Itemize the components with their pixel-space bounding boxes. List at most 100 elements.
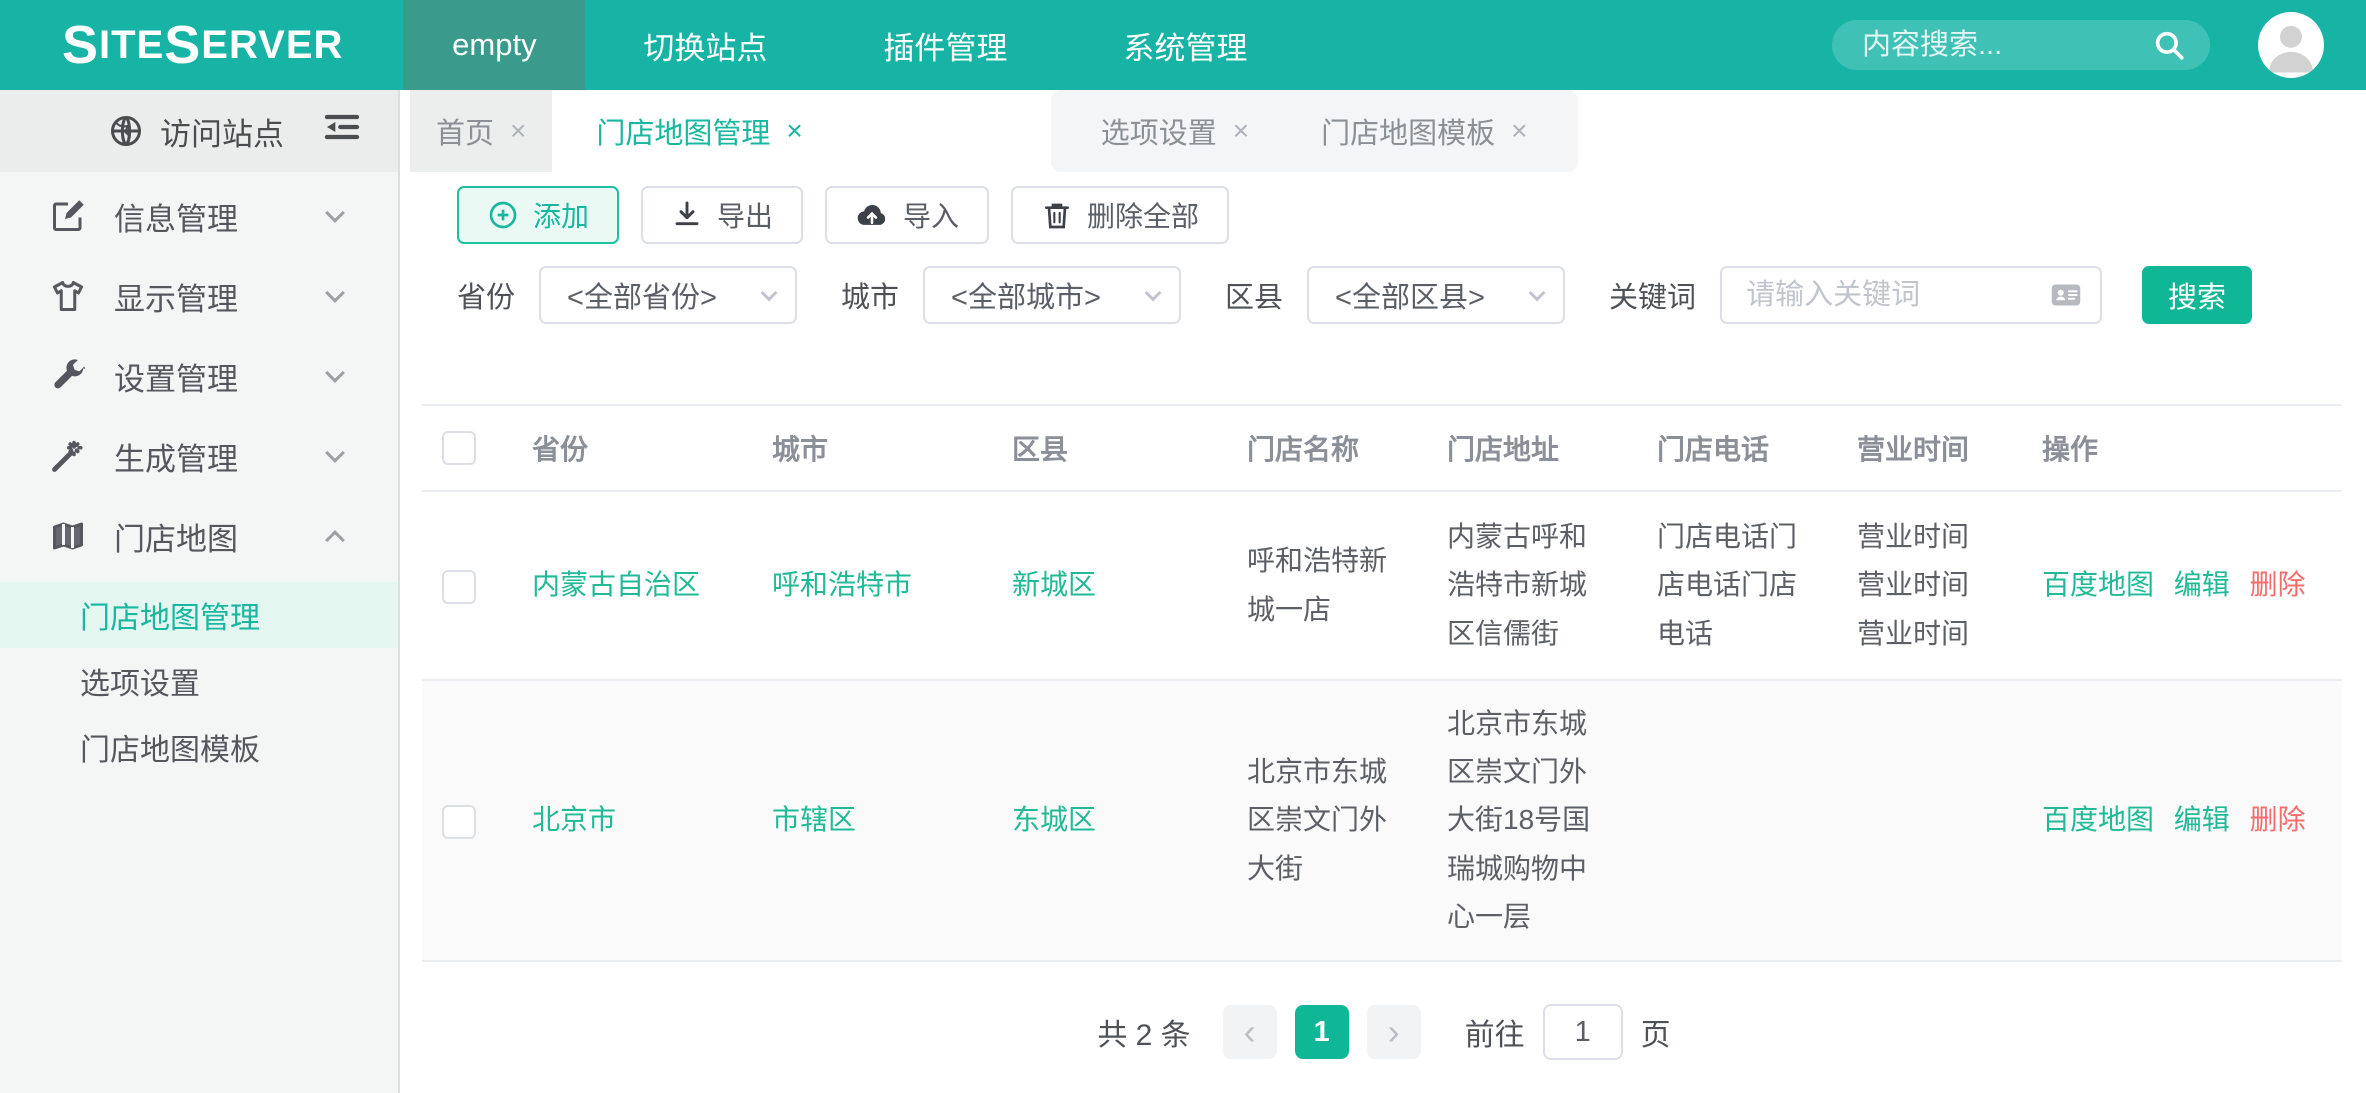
app-logo[interactable]: SITESERVER xyxy=(0,0,403,90)
search-icon[interactable] xyxy=(2152,28,2186,62)
table-row: 内蒙古自治区 呼和浩特市 新城区 呼和浩特新城一店 内蒙古呼和浩特市新城区信儒街… xyxy=(422,491,2342,680)
tab-store-map-management[interactable]: 门店地图管理 × xyxy=(554,90,844,172)
current-page-button[interactable]: 1 xyxy=(1295,1005,1349,1059)
edit-square-icon xyxy=(48,198,88,234)
close-icon[interactable]: × xyxy=(1233,115,1249,147)
col-header-district: 区县 xyxy=(992,405,1227,491)
city-link[interactable]: 市辖区 xyxy=(772,804,856,835)
baidu-map-link[interactable]: 百度地图 xyxy=(2042,569,2154,600)
col-header-province: 省份 xyxy=(512,405,752,491)
nav-item-plugins[interactable]: 插件管理 xyxy=(825,0,1065,90)
district-filter-label: 区县 xyxy=(1225,274,1283,316)
import-button[interactable]: 导入 xyxy=(825,186,989,244)
sidebar-item-display-management[interactable]: 显示管理 xyxy=(0,256,398,336)
user-avatar[interactable] xyxy=(2258,12,2324,78)
col-header-city: 城市 xyxy=(752,405,992,491)
plus-circle-icon xyxy=(487,199,519,231)
main-content: 首页 × 门店地图管理 × 选项设置 × 门店地图模板 × xyxy=(402,90,2366,1093)
city-select[interactable]: <全部城市> xyxy=(923,266,1181,324)
district-select[interactable]: <全部区县> xyxy=(1307,266,1565,324)
store-address-cell: 内蒙古呼和浩特市新城区信儒街 xyxy=(1427,491,1637,680)
keyword-filter-label: 关键词 xyxy=(1609,274,1696,316)
store-address-cell: 北京市东城区崇文门外大街18号国瑞城购物中心一层 xyxy=(1427,680,1637,961)
tab-option-settings[interactable]: 选项设置 × xyxy=(1101,110,1249,152)
table-row: 北京市 市辖区 东城区 北京市东城区崇文门外大街 北京市东城区崇文门外大街18号… xyxy=(422,680,2342,961)
business-hours-cell xyxy=(1837,680,2022,961)
magic-wand-icon xyxy=(48,438,88,474)
collapse-sidebar-icon[interactable] xyxy=(322,110,362,152)
delete-link[interactable]: 删除 xyxy=(2250,569,2306,600)
sidebar-item-info-management[interactable]: 信息管理 xyxy=(0,176,398,256)
logo-text: S xyxy=(62,18,99,72)
sidebar-menu: 信息管理 显示管理 设置管理 生成管理 xyxy=(0,172,398,576)
nav-item-switch-site[interactable]: 切换站点 xyxy=(585,0,825,90)
edit-link[interactable]: 编辑 xyxy=(2174,804,2230,835)
business-hours-cell: 营业时间营业时间营业时间 xyxy=(1837,491,2022,680)
map-icon xyxy=(48,518,88,554)
tab-panel: 选项设置 × 门店地图模板 × xyxy=(1051,90,1578,172)
toolbar: 添加 导出 导入 删除全部 xyxy=(457,186,2366,244)
select-all-checkbox[interactable] xyxy=(442,431,476,465)
close-icon[interactable]: × xyxy=(786,115,802,147)
store-name-cell: 北京市东城区崇文门外大街 xyxy=(1227,680,1427,961)
wrench-icon xyxy=(48,358,88,394)
submenu-item-store-map-management[interactable]: 门店地图管理 xyxy=(0,582,398,648)
edit-link[interactable]: 编辑 xyxy=(2174,569,2230,600)
sidebar: 访问站点 信息管理 xyxy=(0,90,400,1093)
store-table: 省份 城市 区县 门店名称 门店地址 门店电话 营业时间 操作 内蒙古自治区 呼… xyxy=(422,404,2342,962)
close-icon[interactable]: × xyxy=(1511,115,1527,147)
current-site-button[interactable]: empty xyxy=(403,0,585,90)
export-button[interactable]: 导出 xyxy=(641,186,803,244)
add-button[interactable]: 添加 xyxy=(457,186,619,244)
app-root: SITESERVER empty 切换站点 插件管理 系统管理 xyxy=(0,0,2366,1093)
top-nav: 切换站点 插件管理 系统管理 xyxy=(585,0,1305,90)
nav-item-system[interactable]: 系统管理 xyxy=(1065,0,1305,90)
submenu-item-store-map-template[interactable]: 门店地图模板 xyxy=(0,714,398,780)
chevron-down-icon xyxy=(761,285,778,302)
search-button[interactable]: 搜索 xyxy=(2142,266,2252,324)
table-header-row: 省份 城市 区县 门店名称 门店地址 门店电话 营业时间 操作 xyxy=(422,405,2342,491)
sidebar-item-generate-management[interactable]: 生成管理 xyxy=(0,416,398,496)
goto-page-input[interactable] xyxy=(1543,1004,1623,1060)
province-filter-label: 省份 xyxy=(457,274,515,316)
district-link[interactable]: 新城区 xyxy=(1012,569,1096,600)
col-header-store-phone: 门店电话 xyxy=(1637,405,1837,491)
contact-card-icon xyxy=(2048,277,2084,313)
delete-all-button[interactable]: 删除全部 xyxy=(1011,186,1229,244)
submenu-item-option-settings[interactable]: 选项设置 xyxy=(0,648,398,714)
store-phone-cell: 门店电话门店电话门店电话 xyxy=(1637,491,1837,680)
city-link[interactable]: 呼和浩特市 xyxy=(772,569,912,600)
tab-bar: 首页 × 门店地图管理 × 选项设置 × 门店地图模板 × xyxy=(402,90,2366,172)
chevron-down-icon xyxy=(1145,285,1162,302)
province-link[interactable]: 北京市 xyxy=(532,804,616,835)
prev-page-button[interactable]: ‹ xyxy=(1223,1005,1277,1059)
content-search-box xyxy=(1832,20,2210,70)
filter-bar: 省份 <全部省份> 城市 <全部城市> 区县 <全部区县> 关键词 搜索 xyxy=(457,266,2366,324)
tab-store-map-template[interactable]: 门店地图模板 × xyxy=(1321,110,1527,152)
keyword-input[interactable] xyxy=(1746,279,2048,312)
next-page-button[interactable]: › xyxy=(1367,1005,1421,1059)
row-checkbox[interactable] xyxy=(442,805,476,839)
cloud-upload-icon xyxy=(855,198,889,232)
province-link[interactable]: 内蒙古自治区 xyxy=(532,569,700,600)
row-checkbox[interactable] xyxy=(442,570,476,604)
globe-icon xyxy=(108,113,144,149)
sidebar-item-store-map[interactable]: 门店地图 xyxy=(0,496,398,576)
keyword-input-wrap xyxy=(1720,266,2102,324)
visit-site-button[interactable]: 访问站点 xyxy=(0,90,398,172)
district-select-value: <全部区县> xyxy=(1335,274,1485,316)
close-icon[interactable]: × xyxy=(510,115,526,147)
sidebar-item-settings-management[interactable]: 设置管理 xyxy=(0,336,398,416)
content-search-input[interactable] xyxy=(1862,29,2152,62)
baidu-map-link[interactable]: 百度地图 xyxy=(2042,804,2154,835)
delete-link[interactable]: 删除 xyxy=(2250,804,2306,835)
province-select[interactable]: <全部省份> xyxy=(539,266,797,324)
district-link[interactable]: 东城区 xyxy=(1012,804,1096,835)
col-header-store-address: 门店地址 xyxy=(1427,405,1637,491)
tab-home[interactable]: 首页 × xyxy=(410,90,552,172)
province-select-value: <全部省份> xyxy=(567,274,717,316)
store-name-cell: 呼和浩特新城一店 xyxy=(1227,491,1427,680)
goto-page-label: 前往 xyxy=(1465,1010,1525,1054)
current-site-label: empty xyxy=(452,27,536,63)
download-icon xyxy=(671,199,703,231)
